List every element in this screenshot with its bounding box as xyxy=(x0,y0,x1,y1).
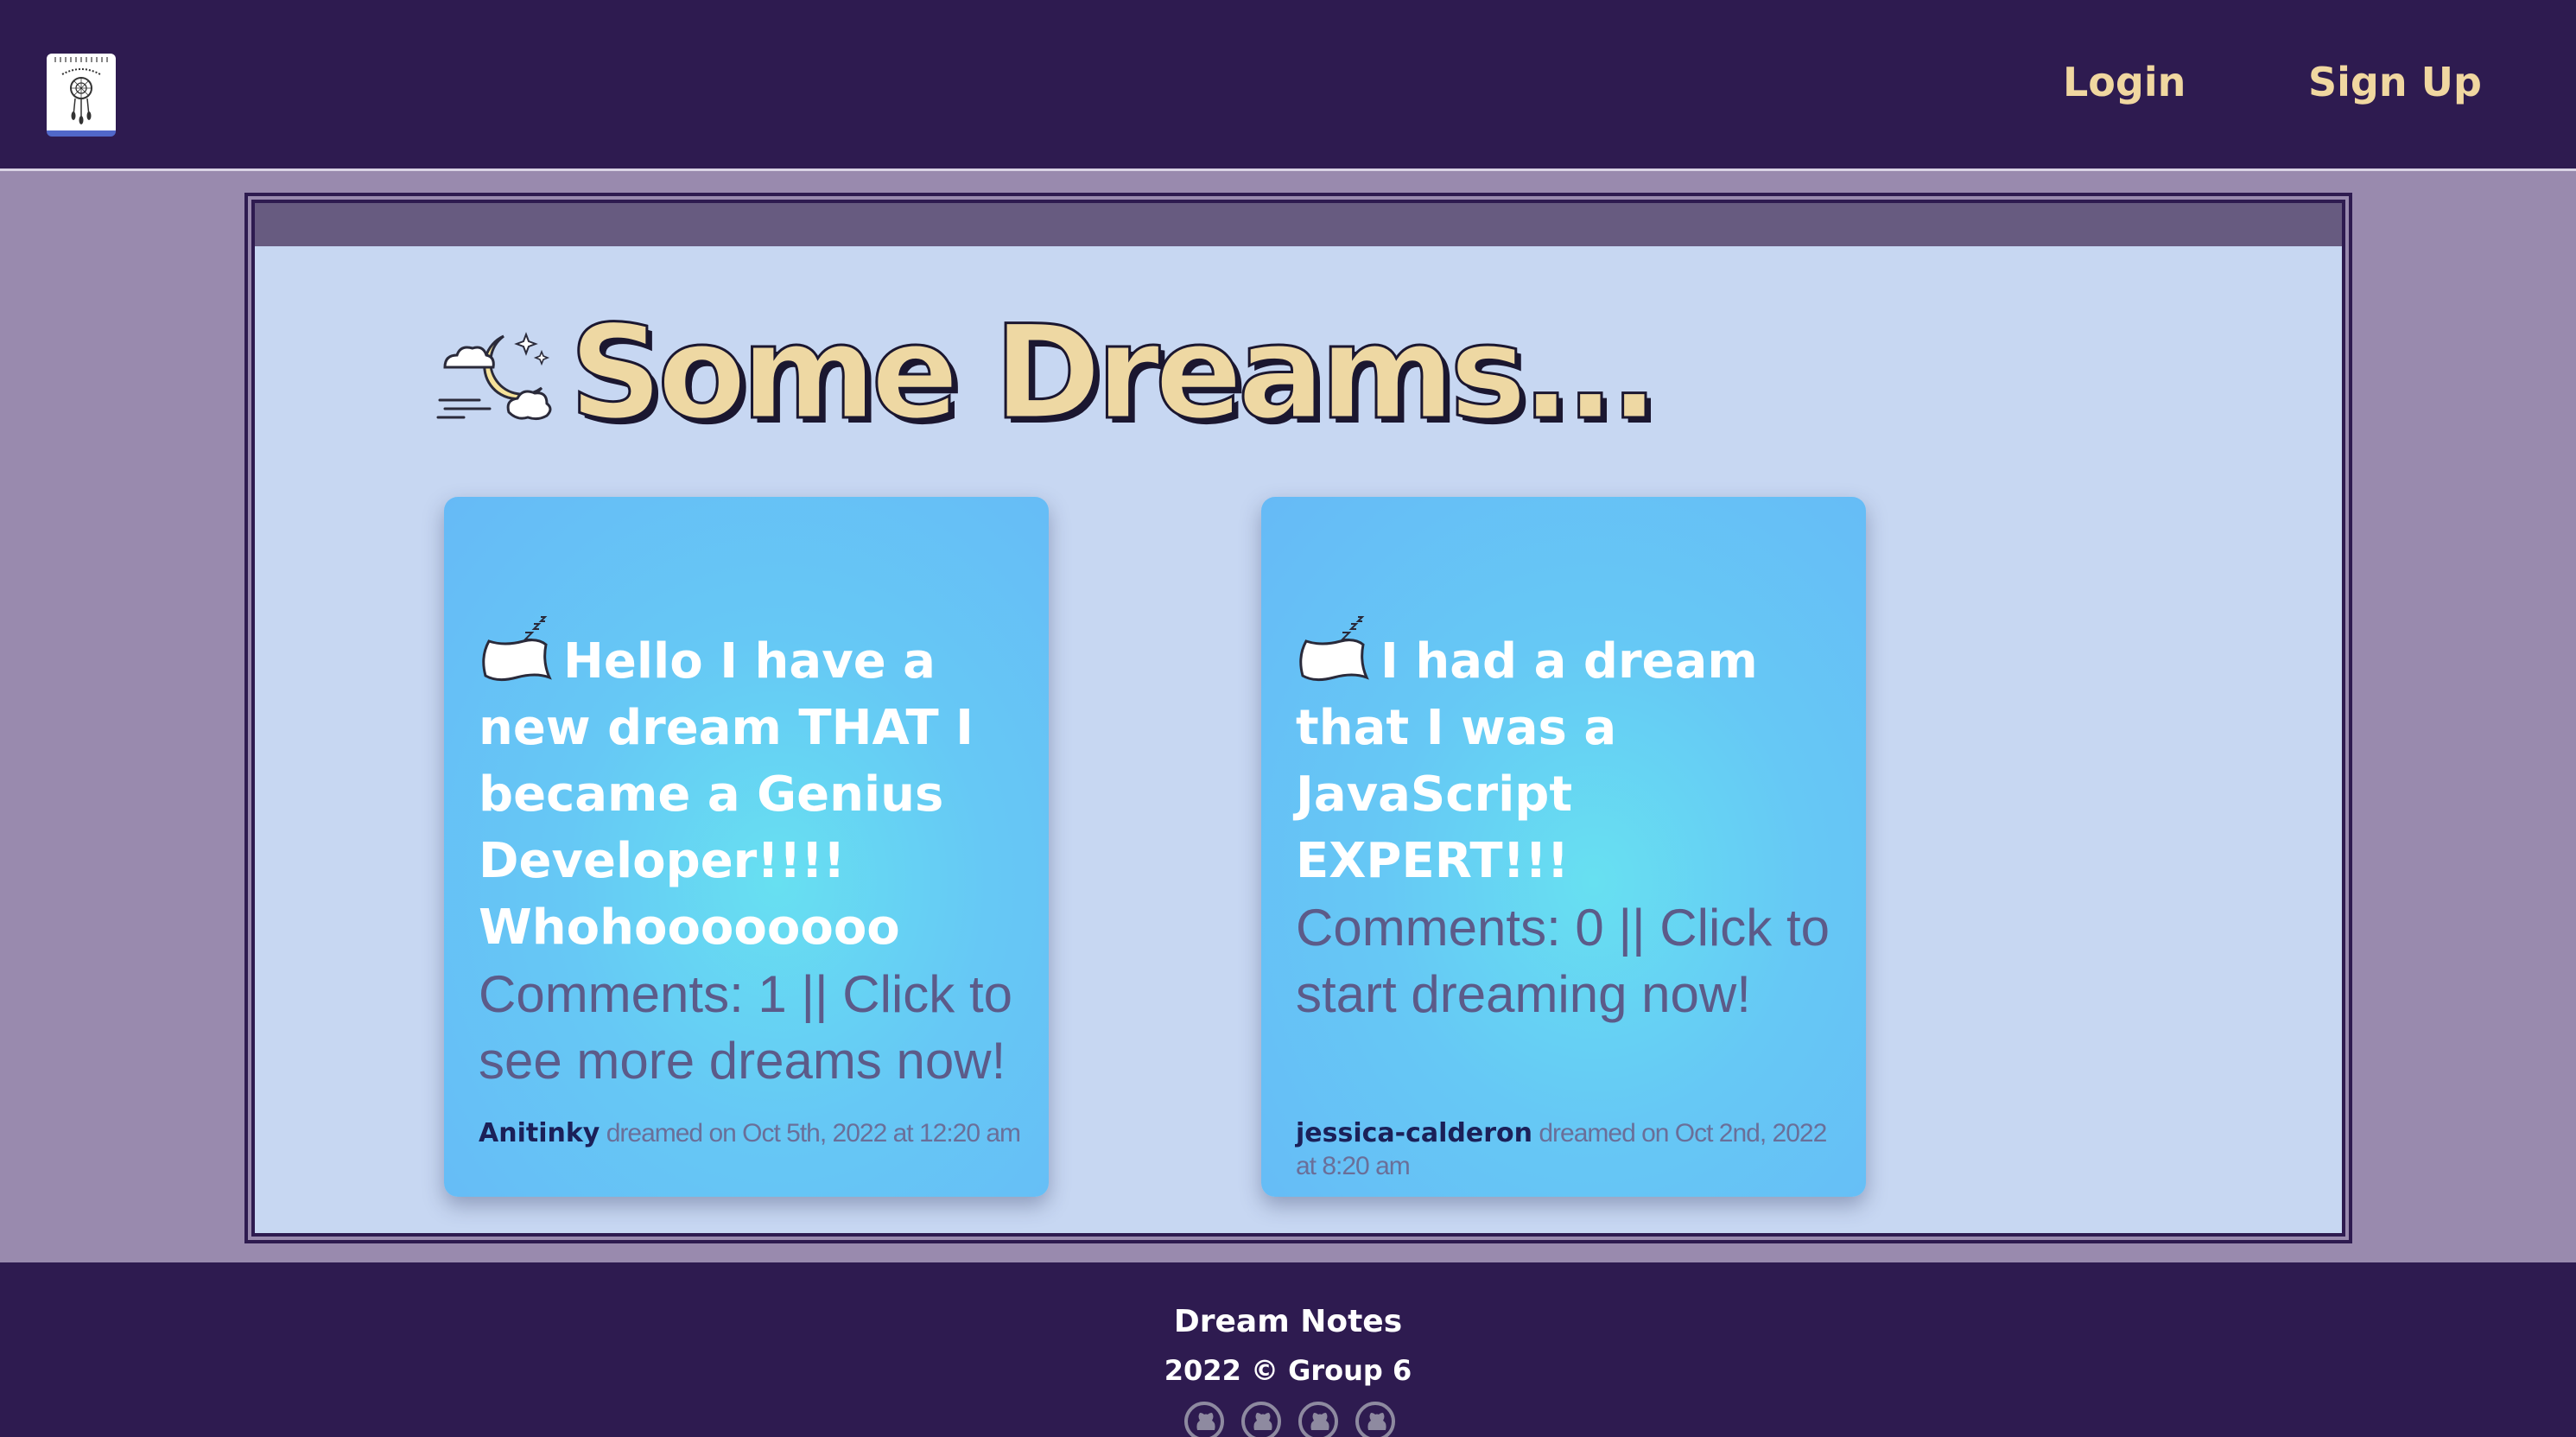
dream-author-link[interactable]: Anitinky xyxy=(479,1118,600,1148)
moon-clouds-icon xyxy=(436,332,552,421)
dream-date: dreamed on Oct 5th, 2022 at 12:20 am xyxy=(606,1119,1021,1148)
dream-card-body: Hello I have a new dream THAT I became a… xyxy=(479,614,1023,1094)
dream-card-title[interactable]: I had a dream that I was a JavaScript EX… xyxy=(1296,614,1840,894)
github-icon[interactable] xyxy=(1183,1401,1225,1437)
dreamcatcher-icon xyxy=(54,57,108,124)
footer-app-name: Dream Notes xyxy=(1173,1304,1403,1339)
footer-copyright: 2022 © Group 6 xyxy=(1164,1354,1412,1387)
github-icon[interactable] xyxy=(1355,1401,1396,1437)
dream-card-body: I had a dream that I was a JavaScript EX… xyxy=(1296,614,1840,1027)
dream-card[interactable]: Hello I have a new dream THAT I became a… xyxy=(444,497,1049,1197)
page-heading: Some Dreams... xyxy=(436,297,1660,450)
navbar: Login Sign Up xyxy=(0,0,2576,171)
dream-card-comments[interactable]: Comments: 1 || Click to see more dreams … xyxy=(479,961,1023,1094)
dream-card-title[interactable]: Hello I have a new dream THAT I became a… xyxy=(479,614,1023,961)
signup-link[interactable]: Sign Up xyxy=(2308,59,2482,105)
pillow-icon xyxy=(1299,616,1369,682)
dream-notes-logo-icon[interactable] xyxy=(47,54,116,137)
page-title: Some Dreams... xyxy=(568,297,1659,450)
dream-card[interactable]: I had a dream that I was a JavaScript EX… xyxy=(1261,497,1866,1197)
dream-card-meta: Anitinky dreamed on Oct 5th, 2022 at 12:… xyxy=(479,1117,1031,1150)
footer-social-links xyxy=(1183,1401,1396,1437)
github-icon[interactable] xyxy=(1298,1401,1339,1437)
dream-card-comments[interactable]: Comments: 0 || Click to start dreaming n… xyxy=(1296,894,1840,1027)
dream-card-meta: jessica-calderon dreamed on Oct 2nd, 202… xyxy=(1296,1117,1849,1183)
panel-header-bar xyxy=(255,203,2342,246)
footer: Dream Notes 2022 © Group 6 xyxy=(0,1262,2576,1437)
pillow-icon xyxy=(482,616,552,682)
dream-author-link[interactable]: jessica-calderon xyxy=(1296,1118,1532,1148)
login-link[interactable]: Login xyxy=(2063,59,2186,105)
dreams-panel: Some Dreams... Hello I have a new dream … xyxy=(251,200,2345,1237)
github-icon[interactable] xyxy=(1240,1401,1282,1437)
